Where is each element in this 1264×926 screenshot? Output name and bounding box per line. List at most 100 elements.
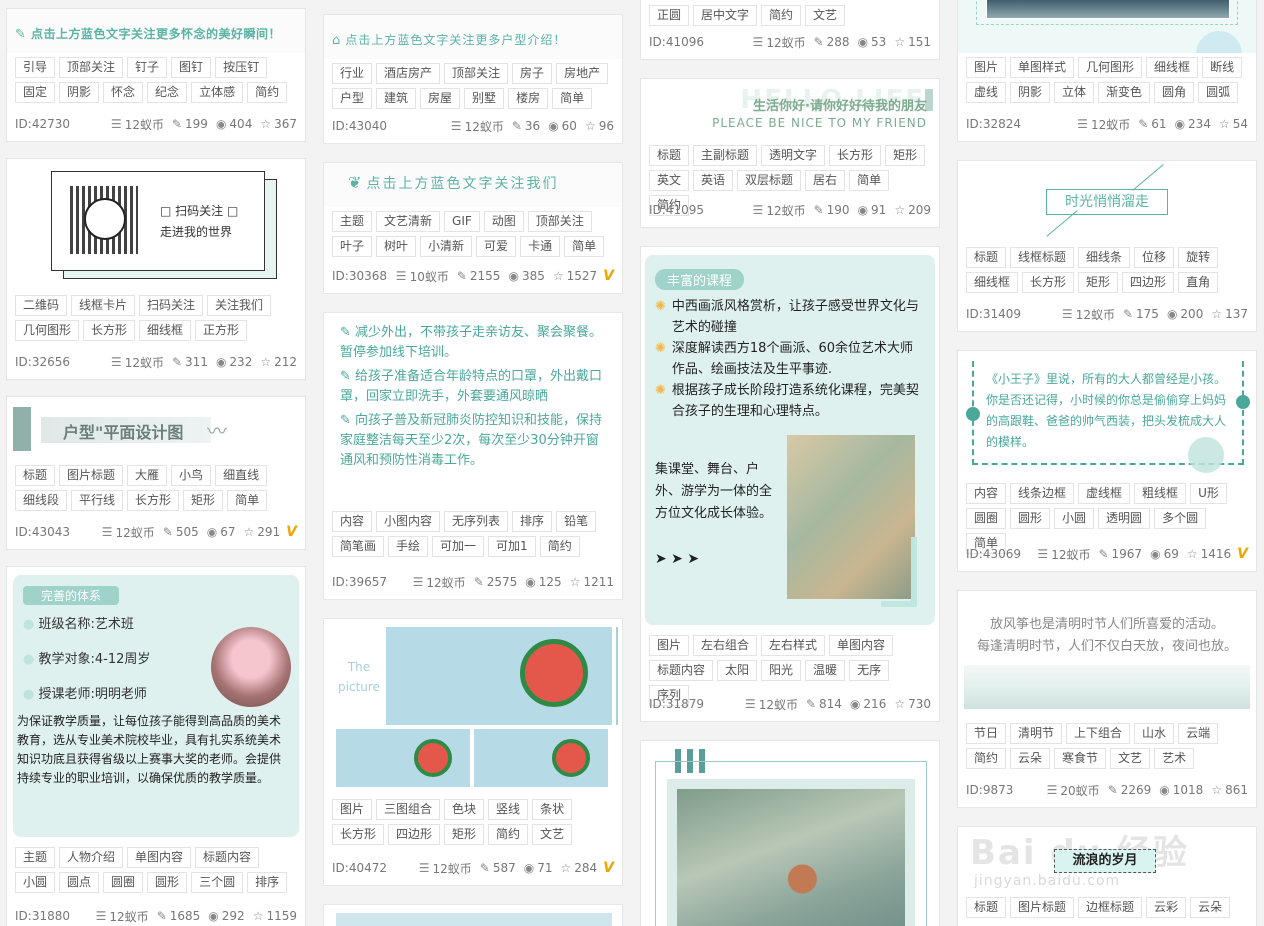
tag[interactable]: 关注我们 bbox=[207, 295, 272, 316]
tag[interactable]: 虚线框 bbox=[1078, 483, 1131, 504]
tag[interactable]: 直角 bbox=[1178, 272, 1219, 293]
tag[interactable]: 标题 bbox=[966, 897, 1007, 918]
tag[interactable]: 图片标题 bbox=[1010, 897, 1075, 918]
tag[interactable]: 排序 bbox=[512, 511, 553, 532]
tag[interactable]: 左右样式 bbox=[761, 635, 826, 656]
tag[interactable]: 正方形 bbox=[195, 320, 248, 341]
tag[interactable]: 文艺 bbox=[805, 5, 846, 26]
tag[interactable]: 圆弧 bbox=[1198, 82, 1239, 103]
stars-stat[interactable]: ☆ 1527 bbox=[553, 269, 597, 283]
tag[interactable]: 引导 bbox=[15, 57, 56, 78]
tag[interactable]: 简单 bbox=[564, 236, 605, 257]
tag[interactable]: 小鸟 bbox=[171, 465, 212, 486]
tag[interactable]: 阳光 bbox=[761, 660, 802, 681]
tag[interactable]: 图片 bbox=[966, 57, 1007, 78]
tag[interactable]: 单图内容 bbox=[829, 635, 894, 656]
tag[interactable]: 主副标题 bbox=[693, 145, 758, 166]
tag[interactable]: 山水 bbox=[1134, 723, 1175, 744]
tag[interactable]: 边框标题 bbox=[1078, 897, 1143, 918]
tag[interactable]: 线框卡片 bbox=[71, 295, 136, 316]
tag[interactable]: 无序 bbox=[849, 660, 890, 681]
tag[interactable]: 可加一 bbox=[432, 536, 485, 557]
stars-stat[interactable]: ☆ 730 bbox=[894, 697, 931, 711]
tag[interactable]: 长方形 bbox=[83, 320, 136, 341]
tag[interactable]: 色块 bbox=[444, 799, 485, 820]
tag[interactable]: 位移 bbox=[1134, 247, 1175, 268]
tag[interactable]: 矩形 bbox=[183, 490, 224, 511]
tag[interactable]: 线框标题 bbox=[1010, 247, 1075, 268]
template-card[interactable]: 户型"平面设计图 〰 标题 图片标题 大雁 小鸟 细直线 细线段 平行线 长方形… bbox=[6, 396, 306, 550]
stars-stat[interactable]: ☆ 291 bbox=[243, 525, 280, 539]
tag[interactable]: 圆点 bbox=[59, 872, 100, 893]
tag[interactable]: 阴影 bbox=[59, 82, 100, 103]
tag[interactable]: 矩形 bbox=[885, 145, 926, 166]
tag[interactable]: 细线框 bbox=[139, 320, 192, 341]
tag[interactable]: 节日 bbox=[966, 723, 1007, 744]
tag[interactable]: 顶部关注 bbox=[59, 57, 124, 78]
tag[interactable]: 虚线 bbox=[966, 82, 1007, 103]
tag[interactable]: 单图样式 bbox=[1010, 57, 1075, 78]
tag[interactable]: 简单 bbox=[227, 490, 268, 511]
tag[interactable]: 楼房 bbox=[508, 88, 549, 109]
tag[interactable]: 标题 bbox=[649, 145, 690, 166]
tag[interactable]: 行业 bbox=[332, 63, 373, 84]
tag[interactable]: 立体 bbox=[1054, 82, 1095, 103]
tag[interactable]: 正圆 bbox=[649, 5, 690, 26]
tag[interactable]: 怀念 bbox=[103, 82, 144, 103]
stars-stat[interactable]: ☆ 284 bbox=[560, 861, 597, 875]
tag[interactable]: 长方形 bbox=[1022, 272, 1075, 293]
tag[interactable]: 细线框 bbox=[1146, 57, 1199, 78]
stars-stat[interactable]: ☆ 367 bbox=[260, 117, 297, 131]
tag[interactable]: 无序列表 bbox=[444, 511, 509, 532]
tag[interactable]: 清明节 bbox=[1010, 723, 1063, 744]
tag[interactable]: 简约 bbox=[247, 82, 288, 103]
stars-stat[interactable]: ☆ 54 bbox=[1219, 117, 1248, 131]
tag[interactable]: 双层标题 bbox=[737, 170, 802, 191]
tag[interactable]: 文艺 bbox=[532, 824, 573, 845]
tag[interactable]: 云朵 bbox=[1010, 748, 1051, 769]
tag[interactable]: 标题 bbox=[966, 247, 1007, 268]
tag[interactable]: 简笔画 bbox=[332, 536, 385, 557]
template-card[interactable]: □ 扫码关注 □ 走进我的世界 二维码 线框卡片 扫码关注 关注我们 几何图形 … bbox=[6, 158, 306, 380]
stars-stat[interactable]: ☆ 137 bbox=[1211, 307, 1248, 321]
tag[interactable]: 居中文字 bbox=[693, 5, 758, 26]
tag[interactable]: 固定 bbox=[15, 82, 56, 103]
tag[interactable]: 简约 bbox=[488, 824, 529, 845]
tag[interactable]: 简单 bbox=[849, 170, 890, 191]
stars-stat[interactable]: ☆ 209 bbox=[894, 203, 931, 217]
tag[interactable]: 简约 bbox=[761, 5, 802, 26]
tag[interactable]: 小清新 bbox=[420, 236, 473, 257]
tag[interactable]: 铅笔 bbox=[556, 511, 597, 532]
tag[interactable]: 按压钉 bbox=[215, 57, 268, 78]
tag[interactable]: 文艺 bbox=[1110, 748, 1151, 769]
tag[interactable]: 英语 bbox=[693, 170, 734, 191]
template-card[interactable]: ⌂ 点击上方蓝色文字关注更多户型介绍！ 行业 酒店房产 顶部关注 房子 房地产 … bbox=[323, 14, 623, 144]
stars-stat[interactable]: ☆ 1211 bbox=[570, 575, 614, 589]
tag[interactable]: 四边形 bbox=[388, 824, 441, 845]
tag[interactable]: 简单 bbox=[552, 88, 593, 109]
tag[interactable]: 主题 bbox=[15, 847, 56, 868]
tag[interactable]: 别墅 bbox=[464, 88, 505, 109]
template-card[interactable]: 正圆 居中文字 简约 文艺 ID:41096 ☰ 12蚁币 ✎ 288 ◉ 53 ☆ 1… bbox=[640, 0, 940, 60]
template-card[interactable]: ❦ 点击上方蓝色文字关注我们 主题 文艺清新 GIF 动图 顶部关注 叶子 树叶… bbox=[323, 162, 623, 294]
tag[interactable]: 圆形 bbox=[147, 872, 188, 893]
template-card[interactable]: 完善的体系 ● 班级名称:艺术班 ● 教学对象:4-12周岁 ● 授课老师:明明… bbox=[6, 566, 306, 926]
stars-stat[interactable]: ☆ 1159 bbox=[253, 909, 297, 923]
tag[interactable]: 小圆 bbox=[1054, 508, 1095, 529]
tag[interactable]: 标题内容 bbox=[649, 660, 714, 681]
tag[interactable]: 叶子 bbox=[332, 236, 373, 257]
tag[interactable]: 艺术 bbox=[1154, 748, 1195, 769]
tag[interactable]: 细线条 bbox=[1078, 247, 1131, 268]
tag[interactable]: 图钉 bbox=[171, 57, 212, 78]
tag[interactable]: 英文 bbox=[649, 170, 690, 191]
tag[interactable]: 透明文字 bbox=[761, 145, 826, 166]
tag[interactable]: 可加1 bbox=[488, 536, 536, 557]
tag[interactable]: 几何图形 bbox=[1078, 57, 1143, 78]
tag[interactable]: 三个圆 bbox=[191, 872, 244, 893]
template-card[interactable]: The picture 图片 三图组合 色块 竖线 条状 长方形 四边形 矩形 … bbox=[323, 618, 623, 886]
tag[interactable]: 房地产 bbox=[556, 63, 609, 84]
tag[interactable]: 四边形 bbox=[1122, 272, 1175, 293]
tag[interactable]: 标题内容 bbox=[195, 847, 260, 868]
template-card[interactable] bbox=[323, 904, 623, 926]
tag[interactable]: U形 bbox=[1190, 483, 1227, 504]
